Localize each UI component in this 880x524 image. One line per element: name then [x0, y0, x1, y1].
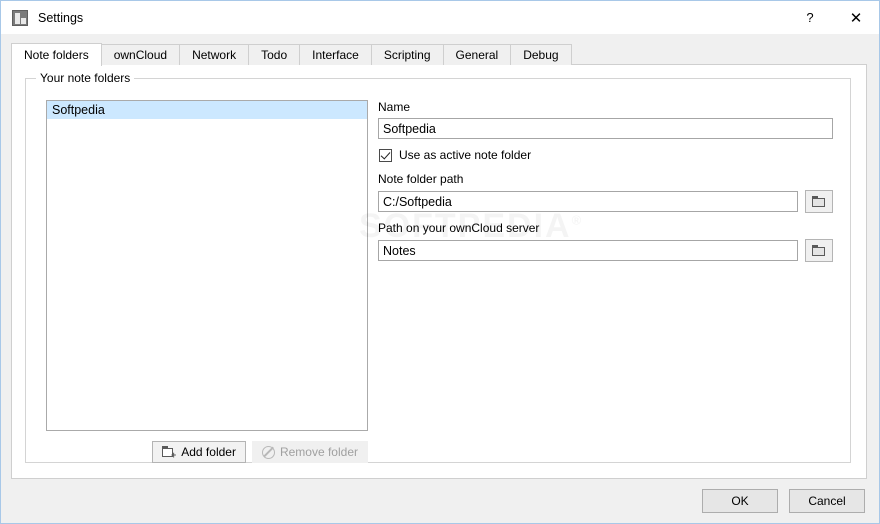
ok-button[interactable]: OK: [702, 489, 778, 513]
note-folder-path-input[interactable]: [378, 191, 798, 212]
app-note-icon: [12, 9, 28, 26]
owncloud-path-browse-button[interactable]: [805, 239, 833, 262]
window-titlebar: Settings ? ✕: [1, 1, 879, 34]
cancel-button[interactable]: Cancel: [789, 489, 865, 513]
group-title: Your note folders: [36, 71, 135, 85]
note-folders-panel: Your note folders Softpedia + Add folder…: [11, 64, 867, 479]
your-note-folders-group: Your note folders Softpedia + Add folder…: [25, 71, 851, 463]
remove-folder-button: Remove folder: [251, 441, 368, 463]
add-folder-label: Add folder: [181, 445, 236, 459]
tab-todo[interactable]: Todo: [248, 44, 301, 65]
folder-action-buttons: + Add folder Remove folder: [46, 441, 368, 463]
active-folder-checkbox-row[interactable]: Use as active note folder: [379, 148, 833, 162]
settings-tabbar: Note folders ownCloud Network Todo Inter…: [11, 43, 572, 66]
remove-folder-label: Remove folder: [279, 445, 358, 459]
owncloud-path-row: [378, 239, 833, 262]
help-button[interactable]: ?: [787, 1, 833, 34]
owncloud-path-input[interactable]: [378, 240, 798, 261]
name-label: Name: [378, 100, 411, 114]
name-input[interactable]: [378, 118, 833, 139]
folder-icon: [812, 245, 826, 256]
window-title: Settings: [38, 10, 84, 25]
tab-general[interactable]: General: [442, 44, 512, 65]
folder-plus-icon: +: [162, 446, 176, 460]
note-folder-form: Name Use as active note folder Note fold…: [378, 100, 833, 262]
tab-note-folders[interactable]: Note folders: [11, 43, 102, 66]
dialog-footer: OK Cancel: [1, 479, 879, 523]
folder-icon: [812, 196, 826, 207]
owncloud-path-label: Path on your ownCloud server: [378, 221, 540, 235]
note-folder-path-row: [378, 190, 833, 213]
add-folder-button[interactable]: + Add folder: [152, 441, 246, 463]
tab-scripting[interactable]: Scripting: [370, 44, 444, 65]
note-folders-list[interactable]: Softpedia: [46, 100, 368, 431]
close-icon[interactable]: ✕: [833, 1, 879, 34]
tab-debug[interactable]: Debug: [510, 44, 572, 65]
tab-network[interactable]: Network: [179, 44, 250, 65]
window-controls: ? ✕: [787, 1, 879, 34]
tab-interface[interactable]: Interface: [299, 44, 372, 65]
active-folder-checkbox[interactable]: [379, 148, 392, 162]
note-folder-path-browse-button[interactable]: [805, 190, 833, 213]
active-folder-label: Use as active note folder: [399, 148, 532, 162]
list-item[interactable]: Softpedia: [47, 101, 367, 119]
tab-owncloud[interactable]: ownCloud: [100, 44, 181, 65]
note-folder-path-label: Note folder path: [378, 172, 464, 186]
ban-icon: [261, 445, 275, 459]
